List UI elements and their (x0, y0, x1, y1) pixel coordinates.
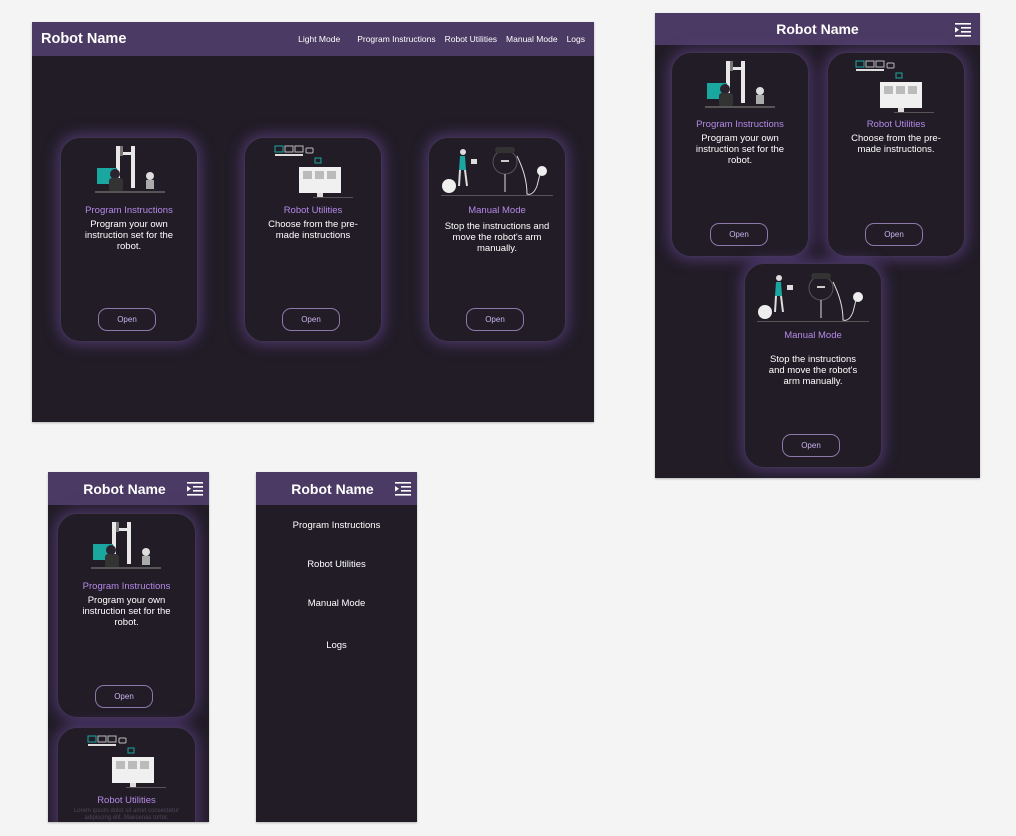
utilities-card-desc: Choose from the pre-made instructions (268, 219, 358, 241)
hamburger-menu-icon[interactable] (955, 23, 971, 37)
utilities-open-button[interactable]: Open (865, 223, 923, 246)
mobile-header: Robot Name (256, 472, 417, 505)
desktop-nav: Light Mode Program Instructions Robot Ut… (289, 34, 585, 44)
hamburger-menu-icon[interactable] (395, 482, 411, 496)
manual-mode-card: Manual Mode Stop the instructions and mo… (428, 137, 566, 342)
computer-monitor-illustration (87, 735, 166, 788)
manual-card-desc: Stop the instructions and move the robot… (444, 221, 550, 254)
utilities-card-title: Robot Utilities (866, 119, 926, 130)
program-card-title: Program Instructions (696, 119, 784, 130)
robot-name-title: Robot Name (291, 480, 374, 497)
program-card-desc: Program your own instruction set for the… (84, 219, 174, 252)
nav-program-instructions[interactable]: Program Instructions (357, 34, 435, 44)
robot-name-title: Robot Name (776, 21, 859, 37)
mobile-header: Robot Name (48, 472, 209, 505)
manual-open-button[interactable]: Open (782, 434, 840, 457)
manual-open-button[interactable]: Open (466, 308, 524, 331)
program-instructions-card: Program Instructions Program your own in… (60, 137, 198, 342)
program-open-button[interactable]: Open (95, 685, 153, 708)
nav-logs[interactable]: Logs (567, 34, 585, 44)
robot-arm-illustration (95, 146, 165, 193)
program-card-title: Program Instructions (85, 205, 173, 216)
tablet-frame: Robot Name Program Instructions Program … (655, 13, 980, 478)
utilities-card-desc: Choose from the pre-made instructions. (851, 133, 941, 155)
desktop-header: Robot Name Light Mode Program Instructio… (32, 22, 594, 56)
utilities-card-title: Robot Utilities (283, 205, 343, 216)
utilities-placeholder-text: Lorem ipsum dolor sit amet consectetur a… (73, 808, 180, 821)
desktop-frame: Robot Name Light Mode Program Instructio… (32, 22, 594, 422)
manual-mode-card: Manual Mode Stop the instructions and mo… (744, 263, 882, 468)
person-with-robot-illustration (441, 147, 553, 196)
program-card-desc: Program your own instruction set for the… (695, 133, 785, 166)
mobile-frame: Robot Name Program Instructions Program … (48, 472, 209, 822)
menu-item-robot-utilities[interactable]: Robot Utilities (256, 559, 417, 570)
computer-monitor-illustration (855, 60, 934, 113)
mobile-menu-frame: Robot Name Program Instructions Robot Ut… (256, 472, 417, 822)
computer-monitor-illustration (274, 145, 353, 198)
manual-card-title: Manual Mode (784, 330, 842, 341)
program-instructions-card: Program Instructions Program your own in… (671, 52, 809, 257)
program-card-title: Program Instructions (82, 581, 171, 592)
robot-arm-illustration (91, 522, 161, 569)
robot-utilities-card: Robot Utilities Choose from the pre-made… (827, 52, 965, 257)
menu-item-manual-mode[interactable]: Manual Mode (256, 598, 417, 609)
robot-name-title: Robot Name (41, 31, 127, 47)
nav-robot-utilities[interactable]: Robot Utilities (445, 34, 497, 44)
robot-utilities-card: Robot Utilities Lorem ipsum dolor sit am… (57, 727, 196, 822)
robot-name-title: Robot Name (83, 480, 166, 497)
utilities-open-button[interactable]: Open (282, 308, 340, 331)
tablet-header: Robot Name (655, 13, 980, 45)
hamburger-menu-icon[interactable] (187, 482, 203, 496)
program-open-button[interactable]: Open (98, 308, 156, 331)
nav-manual-mode[interactable]: Manual Mode (506, 34, 558, 44)
program-card-desc: Program your own instruction set for the… (82, 595, 171, 628)
robot-utilities-card: Robot Utilities Choose from the pre-made… (244, 137, 382, 342)
menu-item-logs[interactable]: Logs (256, 640, 417, 651)
robot-arm-illustration (705, 61, 775, 108)
nav-light-mode[interactable]: Light Mode (298, 34, 340, 44)
program-open-button[interactable]: Open (710, 223, 768, 246)
program-instructions-card: Program Instructions Program your own in… (57, 513, 196, 718)
manual-card-title: Manual Mode (468, 205, 526, 216)
manual-card-desc: Stop the instructions and move the robot… (768, 354, 858, 387)
utilities-card-title: Robot Utilities (97, 795, 156, 806)
person-with-robot-illustration (757, 273, 869, 322)
menu-item-program-instructions[interactable]: Program Instructions (256, 520, 417, 531)
